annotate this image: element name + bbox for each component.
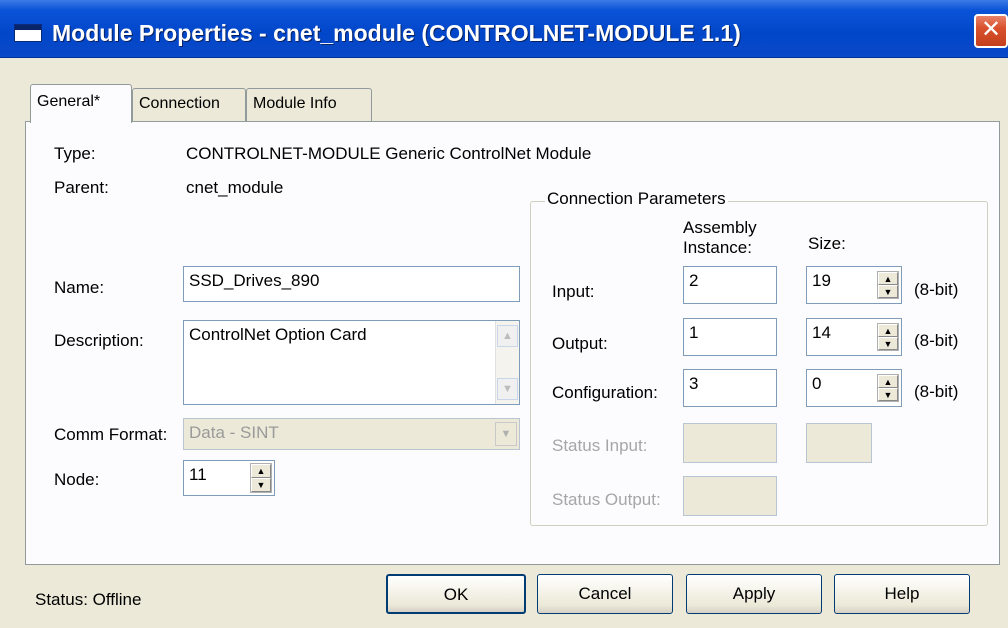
type-label: Type:	[54, 144, 96, 163]
configuration-size-value: 0	[812, 374, 822, 393]
name-label: Name:	[54, 278, 105, 297]
connection-parameters-legend: Connection Parameters	[545, 189, 728, 209]
status-input-label: Status Input:	[552, 436, 648, 455]
description-field[interactable]: ControlNet Option Card ▲ ▼	[183, 320, 520, 405]
comm-format-value: Data - SINT	[189, 423, 279, 442]
tab-connection[interactable]: Connection	[132, 88, 246, 122]
output-size-stepper[interactable]: 14 ▲ ▼	[806, 318, 902, 356]
type-value: CONTROLNET-MODULE Generic ControlNet Mod…	[186, 144, 592, 163]
tab-module-info-label: Module Info	[253, 95, 337, 112]
tab-general[interactable]: General*	[30, 84, 132, 123]
tab-general-label: General*	[37, 93, 101, 110]
spin-up-icon[interactable]: ▲	[878, 272, 898, 285]
help-button[interactable]: Help	[834, 574, 970, 614]
scroll-up-icon[interactable]: ▲	[497, 325, 518, 347]
scroll-down-icon[interactable]: ▼	[497, 378, 518, 400]
ok-button[interactable]: OK	[386, 574, 526, 614]
node-spin-buttons[interactable]: ▲ ▼	[250, 463, 272, 493]
parent-value: cnet_module	[186, 178, 284, 197]
close-button[interactable]: ✕	[974, 14, 1008, 48]
output-size-value: 14	[812, 323, 831, 342]
node-label: Node:	[54, 470, 100, 489]
input-size-spin[interactable]: ▲ ▼	[877, 271, 899, 299]
title-bar: Module Properties - cnet_module (CONTROL…	[0, 0, 1008, 58]
spin-down-icon[interactable]: ▼	[878, 285, 898, 298]
configuration-size-spin[interactable]: ▲ ▼	[877, 374, 899, 402]
configuration-instance-field[interactable]: 3	[683, 369, 777, 407]
apply-button[interactable]: Apply	[686, 574, 822, 614]
input-size-value: 19	[812, 271, 831, 290]
output-instance-field[interactable]: 1	[683, 318, 777, 356]
spin-down-icon[interactable]: ▼	[251, 478, 271, 492]
chevron-down-icon: ▼	[495, 422, 517, 446]
node-value: 11	[189, 465, 207, 484]
status-output-label: Status Output:	[552, 490, 661, 509]
window-title: Module Properties - cnet_module (CONTROL…	[52, 20, 741, 46]
description-scrollbar[interactable]: ▲ ▼	[495, 321, 519, 404]
node-stepper[interactable]: 11 ▲ ▼	[183, 460, 275, 496]
comm-format-select: Data - SINT ▼	[183, 418, 520, 450]
spin-up-icon[interactable]: ▲	[878, 324, 898, 337]
tab-module-info[interactable]: Module Info	[246, 88, 372, 122]
output-label: Output:	[552, 334, 608, 353]
spin-down-icon[interactable]: ▼	[878, 337, 898, 350]
output-size-spin[interactable]: ▲ ▼	[877, 323, 899, 351]
input-label: Input:	[552, 282, 595, 301]
status-text: Status: Offline	[35, 590, 142, 609]
spin-up-icon[interactable]: ▲	[251, 464, 271, 478]
instance-header: Instance:	[683, 238, 752, 257]
configuration-unit: (8-bit)	[914, 382, 959, 401]
output-unit: (8-bit)	[914, 331, 959, 350]
tab-connection-label: Connection	[139, 95, 220, 112]
configuration-label: Configuration:	[552, 383, 658, 402]
spin-up-icon[interactable]: ▲	[878, 375, 898, 388]
cancel-button[interactable]: Cancel	[537, 574, 673, 614]
configuration-size-stepper[interactable]: 0 ▲ ▼	[806, 369, 902, 407]
name-field[interactable]: SSD_Drives_890	[183, 266, 520, 302]
comm-format-label: Comm Format:	[54, 425, 168, 444]
input-unit: (8-bit)	[914, 280, 959, 299]
status-output-instance-field	[683, 476, 777, 516]
spin-down-icon[interactable]: ▼	[878, 388, 898, 401]
status-input-instance-field	[683, 423, 777, 463]
input-size-stepper[interactable]: 19 ▲ ▼	[806, 266, 902, 304]
input-instance-field[interactable]: 2	[683, 266, 777, 304]
size-header: Size:	[808, 234, 846, 253]
status-input-size-field	[806, 423, 872, 463]
description-text: ControlNet Option Card	[189, 325, 367, 344]
parent-label: Parent:	[54, 178, 109, 197]
assembly-header: Assembly	[683, 218, 757, 237]
description-label: Description:	[54, 331, 144, 350]
window-icon	[14, 24, 42, 42]
